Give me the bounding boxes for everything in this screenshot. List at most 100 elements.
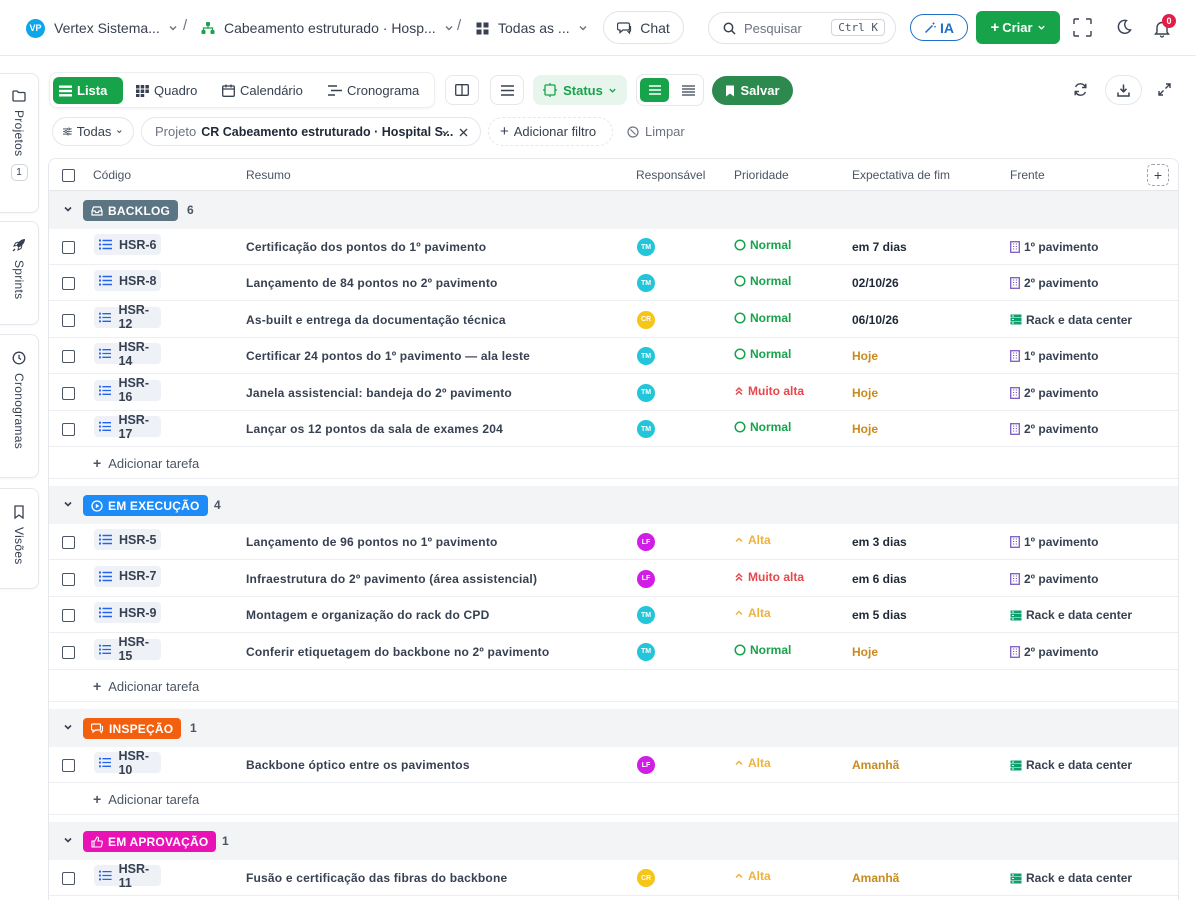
due-date[interactable]: Amanhã [852,758,899,772]
task-code[interactable]: HSR-14 [94,340,161,368]
row-checkbox[interactable] [62,277,75,291]
chevron-down-icon[interactable] [63,499,73,509]
front[interactable]: 2º pavimento [1010,276,1098,290]
group-header[interactable]: EM EXECUÇÃO 4 [49,486,1178,525]
task-code[interactable]: HSR-17 [94,413,161,441]
avatar[interactable]: TM [637,347,655,366]
add-task-button[interactable]: + Adicionar tarefa [49,783,1178,816]
tab-board[interactable]: Quadro [130,77,203,104]
task-code[interactable]: HSR-15 [94,635,161,663]
tab-list[interactable]: Lista [53,77,123,104]
row-checkbox[interactable] [62,572,75,586]
chevron-down-icon[interactable] [63,835,73,845]
table-row[interactable]: HSR-8 Lançamento de 84 pontos no 2º pavim… [49,265,1178,302]
task-summary[interactable]: Certificar 24 pontos do 1º pavimento — a… [246,349,530,363]
notifications-button[interactable]: 0 [1154,14,1176,40]
table-row[interactable]: HSR-7 Infraestrutura do 2º pavimento (áre… [49,560,1178,597]
status-grouping-button[interactable]: Status [533,75,627,105]
priority[interactable]: Alta [734,869,771,883]
workspace-switcher[interactable]: VP Vertex Sistema... [26,0,178,56]
row-checkbox[interactable] [62,423,75,436]
create-button[interactable]: + Criar [976,11,1060,44]
front[interactable]: Rack e data center [1010,313,1132,327]
task-summary[interactable]: Janela assistencial: bandeja do 2º pavim… [246,386,512,400]
sidebar-tab-sprints[interactable]: Sprints [0,221,39,325]
group-header[interactable]: INSPEÇÃO 1 [49,709,1178,747]
clear-filters-button[interactable]: Limpar [627,124,685,139]
expand-icon[interactable] [1158,83,1171,96]
due-date[interactable]: 02/10/26 [852,276,899,290]
front[interactable]: 2º pavimento [1010,645,1098,659]
avatar[interactable]: TM [637,606,655,625]
avatar[interactable]: LF [637,756,655,774]
priority[interactable]: Muito alta [734,570,804,584]
task-summary[interactable]: Lançamento de 84 pontos no 2º pavimento [246,276,498,290]
avatar[interactable]: TM [637,642,655,661]
tab-calendar[interactable]: Calendário [216,77,309,104]
task-summary[interactable]: Backbone óptico entre os pavimentos [246,758,470,772]
row-checkbox[interactable] [62,241,75,254]
group-header[interactable]: BACKLOG 6 [49,191,1178,229]
table-row[interactable]: HSR-14 Certificar 24 pontos do 1º pavimen… [49,338,1178,375]
close-icon[interactable] [459,128,468,137]
table-row[interactable]: HSR-15 Conferir etiquetagem do backbone n… [49,633,1178,670]
table-row[interactable]: HSR-17 Lançar os 12 pontos da sala de exa… [49,411,1178,447]
table-row[interactable]: HSR-12 As-built e entrega da documentação… [49,301,1178,338]
column-header-due[interactable]: Expectativa de fim [852,168,950,182]
search-input[interactable]: Pesquisar Ctrl K [708,12,896,44]
moon-icon[interactable] [1116,19,1132,35]
priority[interactable]: Normal [734,238,791,252]
due-date[interactable]: 06/10/26 [852,313,899,327]
row-checkbox[interactable] [62,609,75,623]
task-summary[interactable]: As-built e entrega da documentação técni… [246,313,506,327]
due-date[interactable]: em 5 dias [852,608,907,622]
menu-toggle[interactable] [490,75,524,105]
column-header-code[interactable]: Código [93,168,131,182]
add-task-button[interactable]: + Adicionar tarefa [49,670,1178,702]
front[interactable]: 2º pavimento [1010,386,1098,400]
density-comfortable-button[interactable] [640,78,669,102]
density-compact-button[interactable] [675,78,701,102]
ai-button[interactable]: IA [910,14,968,41]
project-filter[interactable]: Projeto CR Cabeamento estruturado · Hosp… [141,117,481,146]
front[interactable]: 2º pavimento [1010,572,1098,586]
priority[interactable]: Normal [734,420,791,434]
due-date[interactable]: Hoje [852,386,878,400]
table-row[interactable]: HSR-11 Fusão e certificação das fibras do… [49,860,1178,897]
task-code[interactable]: HSR-6 [94,234,161,255]
front[interactable]: Rack e data center [1010,758,1132,772]
column-header-front[interactable]: Frente [1010,168,1045,182]
due-date[interactable]: em 7 dias [852,240,907,254]
due-date[interactable]: Hoje [852,645,878,659]
column-header-summary[interactable]: Resumo [246,168,291,182]
row-checkbox[interactable] [62,350,75,364]
add-column-button[interactable]: + [1147,164,1169,186]
due-date[interactable]: Hoje [852,422,878,436]
task-summary[interactable]: Infraestrutura do 2º pavimento (área ass… [246,572,537,586]
group-header[interactable]: EM APROVAÇÃO 1 [49,822,1178,861]
row-checkbox[interactable] [62,645,75,659]
row-checkbox[interactable] [62,872,75,886]
front[interactable]: Rack e data center [1010,608,1132,622]
task-code[interactable]: HSR-5 [94,529,161,551]
task-code[interactable]: HSR-10 [94,749,161,777]
chat-button[interactable]: Chat [603,11,684,44]
front[interactable]: 1º pavimento [1010,535,1098,549]
row-checkbox[interactable] [62,759,75,772]
due-date[interactable]: em 3 dias [852,535,907,549]
priority[interactable]: Alta [734,606,771,620]
priority[interactable]: Alta [734,756,771,770]
priority[interactable]: Muito alta [734,384,804,398]
front[interactable]: 2º pavimento [1010,422,1098,436]
table-row[interactable]: HSR-6 Certificação dos pontos do 1º pavim… [49,229,1178,265]
table-row[interactable]: HSR-5 Lançamento de 96 pontos no 1º pavim… [49,524,1178,561]
task-summary[interactable]: Lançar os 12 pontos da sala de exames 20… [246,422,503,436]
front[interactable]: Rack e data center [1010,871,1132,885]
columns-toggle[interactable] [445,75,479,105]
due-date[interactable]: Amanhã [852,871,899,885]
table-row[interactable]: HSR-9 Montagem e organização do rack do C… [49,597,1178,634]
column-header-priority[interactable]: Prioridade [734,168,789,182]
select-all-checkbox[interactable] [62,169,75,182]
sidebar-tab-views[interactable]: Visões [0,488,39,589]
tab-schedule[interactable]: Cronograma [322,77,425,104]
